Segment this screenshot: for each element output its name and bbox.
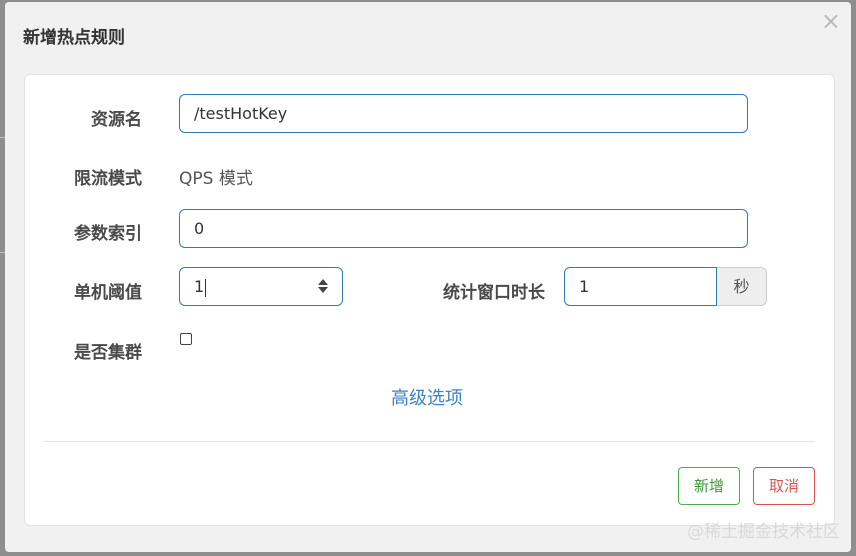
hotspot-rule-dialog: 新增热点规则 × 资源名 /testHotKey 限流模式 QPS 模式 参数索… xyxy=(5,2,851,552)
close-icon[interactable]: × xyxy=(821,9,841,33)
cancel-button[interactable]: 取消 xyxy=(753,467,815,505)
text-caret xyxy=(205,278,207,297)
spin-down-icon[interactable] xyxy=(318,287,328,293)
spin-up-icon[interactable] xyxy=(318,279,328,285)
limit-mode-label: 限流模式 xyxy=(74,169,142,189)
window-duration-input[interactable]: 1 xyxy=(564,267,717,306)
dialog-title: 新增热点规则 xyxy=(23,28,125,48)
advanced-options-link[interactable]: 高级选项 xyxy=(391,384,463,410)
resource-name-input[interactable]: /testHotKey xyxy=(179,94,748,133)
param-index-label: 参数索引 xyxy=(74,224,142,244)
window-duration-label: 统计窗口时长 xyxy=(443,283,545,303)
add-button[interactable]: 新增 xyxy=(678,467,740,505)
window-unit-addon: 秒 xyxy=(717,267,767,306)
limit-mode-value: QPS 模式 xyxy=(179,169,253,189)
threshold-value: 1 xyxy=(194,277,205,296)
watermark: @稀土掘金技术社区 xyxy=(687,522,840,542)
cluster-label: 是否集群 xyxy=(74,343,142,363)
cluster-checkbox[interactable] xyxy=(180,333,192,345)
footer-divider xyxy=(44,441,815,442)
threshold-label: 单机阈值 xyxy=(74,283,142,303)
threshold-number-input[interactable]: 1 xyxy=(179,267,343,306)
form-panel: 资源名 /testHotKey 限流模式 QPS 模式 参数索引 0 单机阈值 … xyxy=(24,74,835,526)
param-index-input[interactable]: 0 xyxy=(179,209,748,248)
resource-name-label: 资源名 xyxy=(91,110,142,130)
number-spinner[interactable] xyxy=(318,279,328,295)
